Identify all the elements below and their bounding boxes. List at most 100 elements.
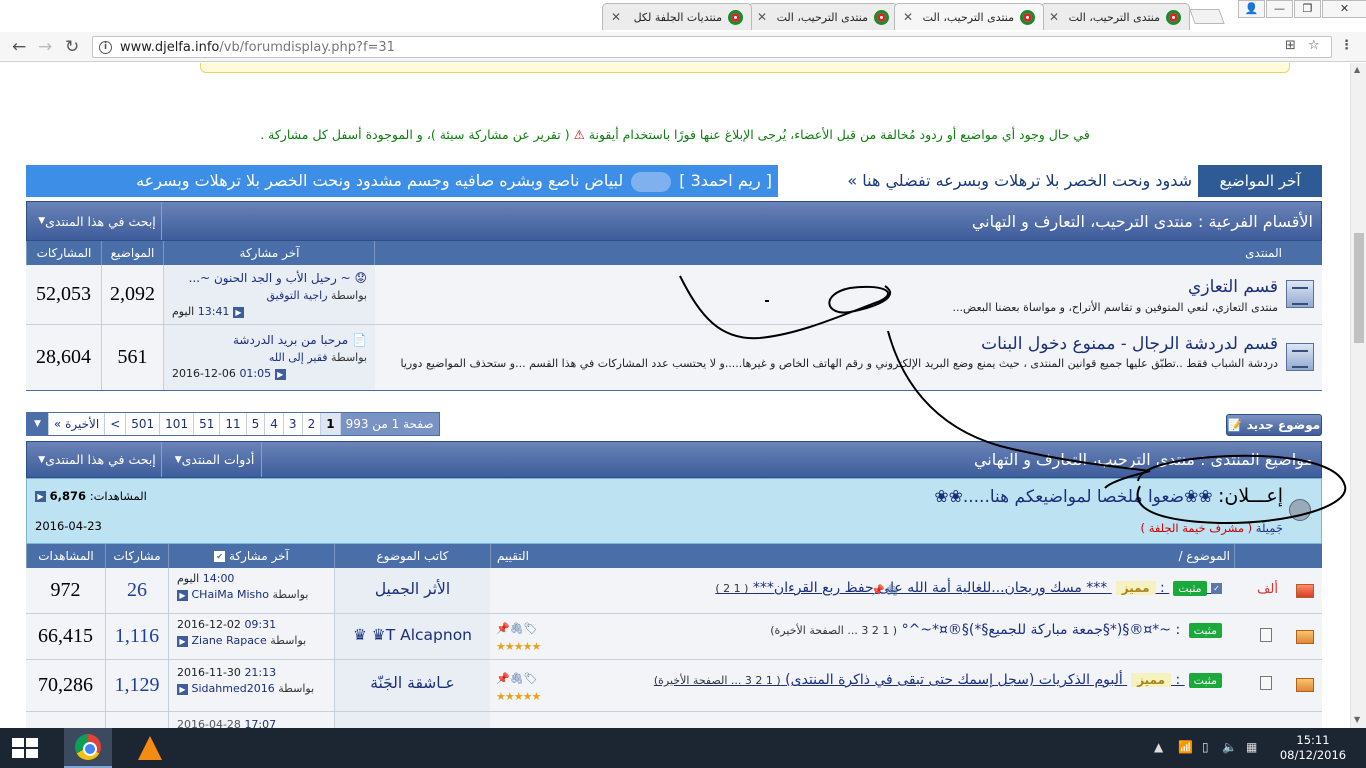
chrome-menu-icon[interactable]: ⋮ xyxy=(1340,38,1353,53)
thread-last-post: 21:13 2016-11-30 ▶ Sidahmed2016 بواسطة xyxy=(168,660,334,711)
thread-title[interactable]: مثبت : ~*¤®§(*§جمعة مباركة للجميع§*)§®¤*… xyxy=(770,622,1222,638)
page-link[interactable]: 3 xyxy=(282,413,302,435)
address-bar[interactable]: i www.djelfa.info/vb/forumdisplay.php?f=… xyxy=(92,36,1332,58)
windows-start-icon[interactable] xyxy=(12,738,38,758)
browser-tab-3[interactable]: منتدى الترحيب، الت ✕ xyxy=(748,3,898,30)
user-profile-icon[interactable]: 👤 xyxy=(1238,0,1265,18)
thread-type-icon xyxy=(1260,628,1272,642)
taskbar-chrome-button[interactable] xyxy=(64,728,112,768)
network-icon[interactable]: 📶 xyxy=(1178,740,1193,754)
go-to-last-post-icon[interactable]: ▶ xyxy=(232,306,244,318)
minimize-window-button[interactable]: — xyxy=(1266,0,1293,18)
bookmark-star-icon[interactable]: ☆ xyxy=(1308,38,1320,53)
go-to-last-post-icon[interactable]: ▶ xyxy=(177,589,188,601)
tray-overflow-icon[interactable]: ▲ xyxy=(1154,740,1163,754)
restore-window-button[interactable]: ❐ xyxy=(1294,0,1321,18)
page-link[interactable]: 11 xyxy=(219,413,245,435)
page-link-next[interactable]: > xyxy=(104,413,125,435)
thread-pages[interactable]: ( 1 2 3 ... الصفحة الأخيرة) xyxy=(654,674,781,687)
col-replies[interactable]: مشاركات xyxy=(105,544,168,568)
page-scrollbar[interactable]: ▲ ▼ xyxy=(1350,63,1366,728)
announcement-title[interactable]: إعـــلان: ❀❀ضعوا ملخصا لمواضيعكم هنا....… xyxy=(934,485,1283,507)
volume-icon[interactable]: 🔈 xyxy=(1222,740,1237,754)
scrollbar-thumb[interactable] xyxy=(1354,233,1364,343)
col-views[interactable]: المشاهدات xyxy=(26,544,105,568)
last-post-title[interactable]: 📄 مرحبا من بريد الدردشة xyxy=(233,333,367,347)
page-link[interactable]: 101 xyxy=(159,413,193,435)
reply-count[interactable]: 26 xyxy=(105,568,168,613)
last-post-title[interactable]: 😟 ~ رحيل الأب و الجد الحنون ~... xyxy=(189,271,367,285)
back-arrow-icon[interactable]: ← xyxy=(12,37,26,57)
col-author[interactable]: كاتب الموضوع xyxy=(334,544,490,568)
new-tab-button[interactable] xyxy=(1189,9,1225,24)
close-tab-icon[interactable]: ✕ xyxy=(757,10,767,24)
thread-author[interactable]: T Alcapnon♛ ♛ xyxy=(335,626,490,644)
pager-dropdown-icon[interactable]: ▼ xyxy=(27,413,48,435)
site-info-icon[interactable]: i xyxy=(99,40,112,54)
last-post-author-link[interactable]: فقير إلى الله xyxy=(269,351,328,364)
close-window-button[interactable]: ✕ xyxy=(1322,0,1366,18)
thread-last-post: 17:07 2016-04-28 xyxy=(168,712,334,728)
page-link[interactable]: 2 xyxy=(301,413,321,435)
taskbar-clock[interactable]: 15:11 08/12/2016 xyxy=(1278,733,1348,763)
browser-tab-4[interactable]: منتديات الجلفة لكل ✕ xyxy=(602,3,752,30)
browser-tab-active[interactable]: منتدى الترحيب، الت ✕ xyxy=(894,3,1044,30)
forward-arrow-icon[interactable]: → xyxy=(38,37,52,57)
taskbar-vlc-button[interactable] xyxy=(126,728,174,768)
thread-count: 561 xyxy=(101,325,163,390)
sticky-badge: مثبت xyxy=(1173,581,1207,596)
col-last-post[interactable]: آخر مشاركة ✔ xyxy=(168,544,334,568)
action-center-icon[interactable]: ▦ xyxy=(1246,740,1257,754)
go-to-announcement-icon[interactable]: ▶ xyxy=(35,491,46,502)
close-tab-icon[interactable]: ✕ xyxy=(903,10,913,24)
checkbox-icon[interactable]: ✓ xyxy=(1211,582,1222,594)
scroll-up-icon[interactable]: ▲ xyxy=(1354,65,1360,74)
col-topic-label[interactable]: الموضوع / xyxy=(1178,549,1230,563)
subforum-title[interactable]: قسم لدردشة الرجال - ممنوع دخول البنات xyxy=(981,334,1278,354)
scroll-down-icon[interactable]: ▼ xyxy=(1354,715,1360,724)
battery-icon[interactable]: ▯ xyxy=(1202,740,1209,754)
new-thread-button[interactable]: موضوع جديد 📝 xyxy=(1226,414,1322,436)
vlc-icon xyxy=(138,736,162,760)
browser-tab-title: منتدى الترحيب، الت xyxy=(776,10,868,24)
forum-tools-button[interactable]: أدوات المنتدى ▼ xyxy=(162,442,262,477)
col-rating-label[interactable]: التقييم xyxy=(497,544,529,568)
last-post-author-link[interactable]: CHaiMa Misho xyxy=(192,588,269,601)
last-post-author-link[interactable]: راجية التوفيق xyxy=(267,289,328,302)
thread-pages[interactable]: ( 1 2 3 ... الصفحة الأخيرة) xyxy=(770,624,897,637)
last-post-author-link[interactable]: Sidahmed2016 xyxy=(192,682,275,695)
thread-author[interactable]: عـاشقة الجَنّة xyxy=(335,674,490,692)
last-post-author-link[interactable]: Ziane Rapace xyxy=(192,634,267,647)
thread-pages[interactable]: ( 1 2 ) xyxy=(715,582,748,595)
thread-title[interactable]: ✓ مثبت : مميز *** مسك وريحان...للغالية أ… xyxy=(715,580,1222,596)
reload-icon[interactable]: ↻ xyxy=(65,37,79,57)
page-link[interactable]: 4 xyxy=(264,413,283,435)
page-link[interactable]: 51 xyxy=(193,413,219,435)
subforum-title[interactable]: قسم التعازي xyxy=(1188,277,1278,297)
ticker-headline-2[interactable]: [ ريم احمد3 ] لبياض ناصع وبشره صافيه وجسم… xyxy=(26,165,778,197)
views-count: 6,876 xyxy=(49,489,87,503)
reply-count[interactable]: 1,116 xyxy=(105,614,168,659)
ticker-headline-1[interactable]: شدود ونحت الخصر بلا ترهلات وبسرعه تفضلي … xyxy=(778,165,1198,197)
search-forum-button[interactable]: إبحث في هذا المنتدى ▼ xyxy=(27,202,162,240)
search-forum-button[interactable]: إبحث في هذا المنتدى ▼ xyxy=(27,442,162,477)
go-to-last-post-icon[interactable]: ▶ xyxy=(177,683,188,695)
reply-count[interactable]: 1,129 xyxy=(105,660,168,711)
page-link-last[interactable]: الأخيرة » xyxy=(47,413,104,435)
browser-tab-1[interactable]: منتدى الترحيب، الت ✕ xyxy=(1040,3,1190,30)
close-tab-icon[interactable]: ✕ xyxy=(1049,10,1059,24)
sort-icon[interactable]: ✔ xyxy=(214,551,226,562)
threads-header: مواضيع المنتدى : منتدى الترحيب، التعارف … xyxy=(26,441,1322,478)
thread-row: مثبت : مميز ألبوم الذكريات (سجل إسمك حتى… xyxy=(26,660,1322,712)
page-link[interactable]: 5 xyxy=(245,413,265,435)
ticker-headline-2-text: لبياض ناصع وبشره صافيه وجسم مشدود ونحت ا… xyxy=(136,171,624,190)
announcement-author-name[interactable]: جَمِيلَة xyxy=(1256,521,1283,535)
browser-toolbar: ← → ↻ i www.djelfa.info/vb/forumdisplay.… xyxy=(0,32,1366,62)
page-link[interactable]: 501 xyxy=(125,413,159,435)
close-tab-icon[interactable]: ✕ xyxy=(611,10,621,24)
thread-title[interactable]: مثبت : مميز ألبوم الذكريات (سجل إسمك حتى… xyxy=(654,672,1222,688)
thread-author[interactable]: الأثر الجميل xyxy=(335,580,490,598)
translate-icon[interactable]: ⊞ xyxy=(1285,38,1296,53)
go-to-last-post-icon[interactable]: ▶ xyxy=(274,368,286,380)
go-to-last-post-icon[interactable]: ▶ xyxy=(177,635,188,647)
